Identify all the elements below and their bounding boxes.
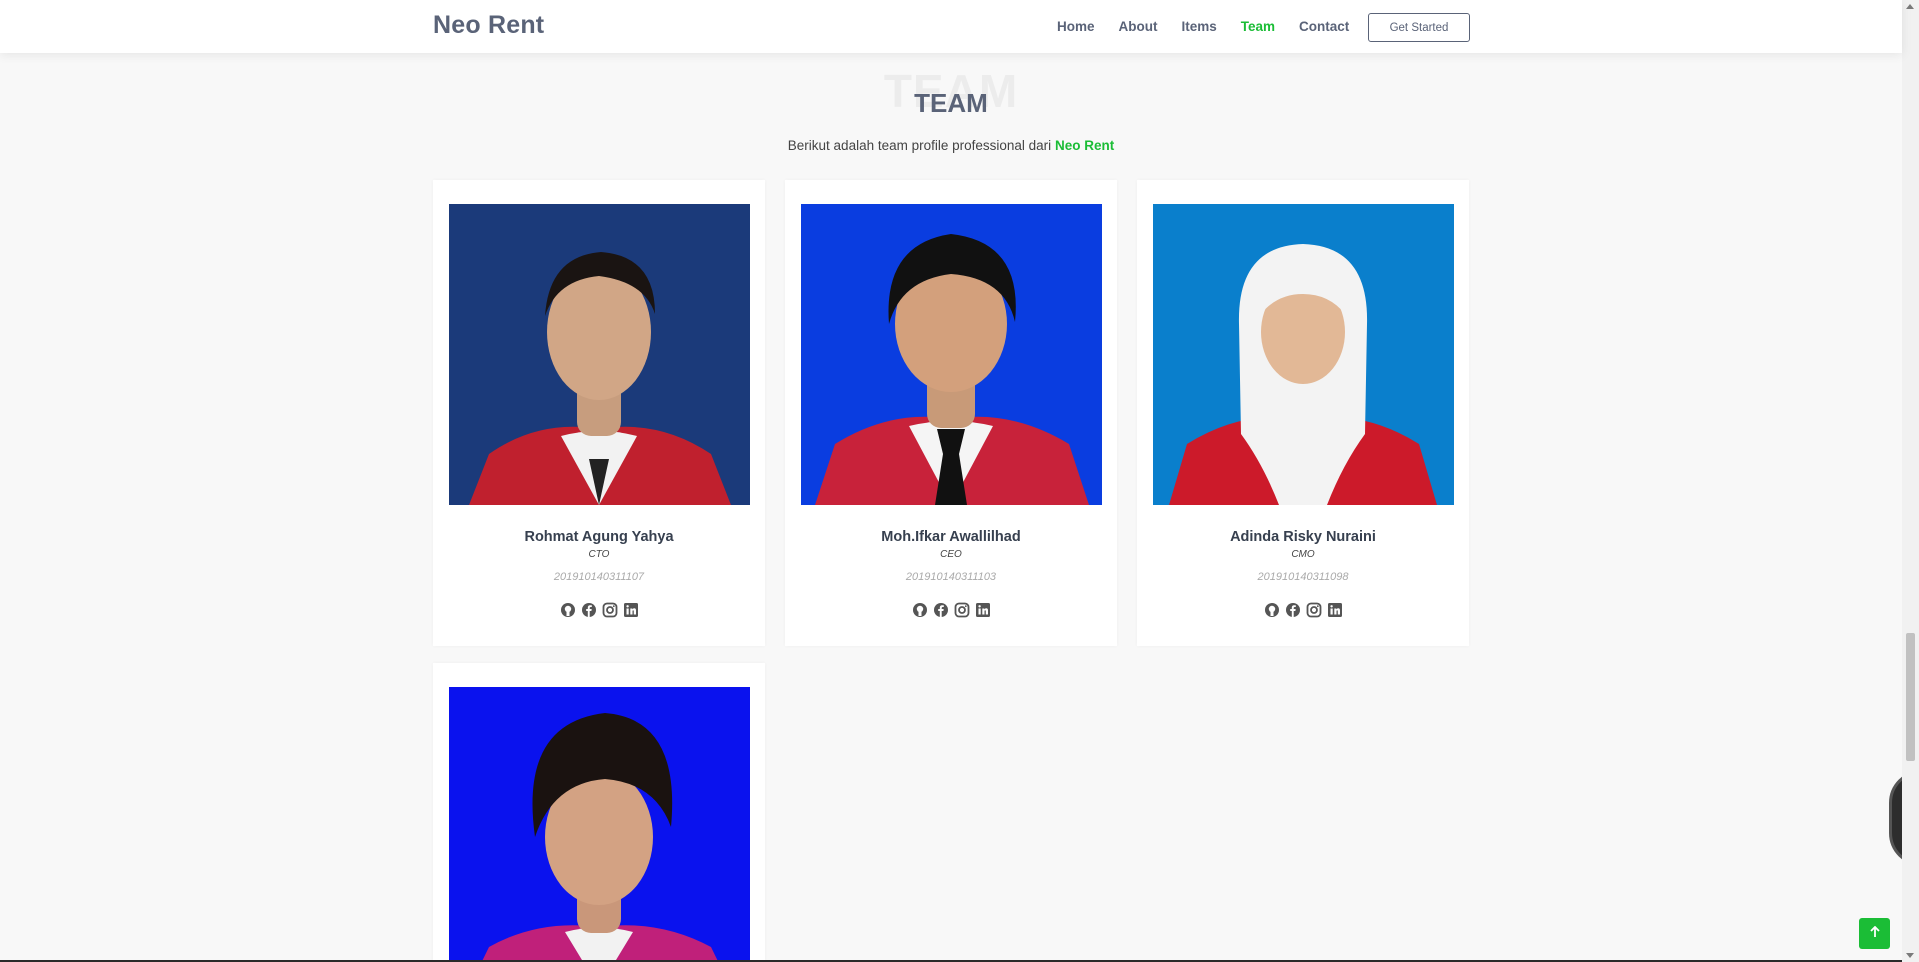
member-photo — [1153, 204, 1454, 505]
member-name: Rohmat Agung Yahya — [524, 529, 674, 545]
scroll-down-arrow[interactable] — [1906, 953, 1914, 958]
nav-team[interactable]: Team — [1241, 19, 1275, 34]
social-links — [433, 602, 765, 618]
facebook-icon[interactable] — [933, 602, 949, 618]
section-subtitle: Berikut adalah team profile professional… — [0, 138, 1902, 153]
scroll-thumb[interactable] — [1906, 633, 1915, 761]
member-name: Moh.Ifkar Awallilhad — [881, 529, 1021, 545]
instagram-icon[interactable] — [954, 602, 970, 618]
subtitle-text: Berikut adalah team profile professional… — [787, 138, 1052, 153]
member-name: Adinda Risky Nuraini — [1230, 529, 1376, 545]
github-icon[interactable] — [1264, 602, 1280, 618]
member-id: 201910140311107 — [553, 571, 645, 583]
site-header: Neo Rent Home About Items Team Contact G… — [0, 0, 1902, 53]
linkedin-icon[interactable] — [975, 602, 991, 618]
facebook-icon[interactable] — [581, 602, 597, 618]
back-to-top-button[interactable] — [1859, 918, 1890, 949]
main-nav: Home About Items Team Contact — [1057, 19, 1373, 34]
nav-home[interactable]: Home — [1057, 19, 1095, 34]
nav-about[interactable]: About — [1119, 19, 1158, 34]
member-id: 201910140311098 — [1257, 571, 1349, 583]
member-photo — [449, 687, 750, 962]
member-role: CMO — [1291, 549, 1315, 560]
brand-logo[interactable]: Neo Rent — [433, 11, 544, 40]
team-card: Adinda Risky Nuraini CMO 201910140311098 — [1137, 180, 1469, 646]
github-icon[interactable] — [912, 602, 928, 618]
social-links — [1137, 602, 1469, 618]
instagram-icon[interactable] — [1306, 602, 1322, 618]
github-icon[interactable] — [560, 602, 576, 618]
facebook-icon[interactable] — [1285, 602, 1301, 618]
nav-items[interactable]: Items — [1182, 19, 1217, 34]
member-role: CEO — [940, 549, 962, 560]
member-photo — [801, 204, 1102, 505]
linkedin-icon[interactable] — [623, 602, 639, 618]
team-card: Rohmat Agung Yahya CTO 201910140311107 — [433, 180, 765, 646]
instagram-icon[interactable] — [602, 602, 618, 618]
subtitle-brand: Neo Rent — [1054, 138, 1115, 153]
member-role: CTO — [588, 549, 610, 560]
member-id: 201910140311103 — [905, 571, 997, 583]
arrow-up-icon — [1869, 925, 1881, 943]
team-card — [433, 663, 765, 962]
linkedin-icon[interactable] — [1327, 602, 1343, 618]
section-title: TEAM — [914, 88, 988, 118]
get-started-button[interactable]: Get Started — [1368, 13, 1470, 42]
social-links — [785, 602, 1117, 618]
nav-contact[interactable]: Contact — [1299, 19, 1349, 34]
vertical-scrollbar[interactable] — [1902, 0, 1919, 962]
scroll-up-arrow[interactable] — [1906, 4, 1914, 9]
team-card: Moh.Ifkar Awallilhad CEO 201910140311103 — [785, 180, 1117, 646]
member-photo — [449, 204, 750, 505]
